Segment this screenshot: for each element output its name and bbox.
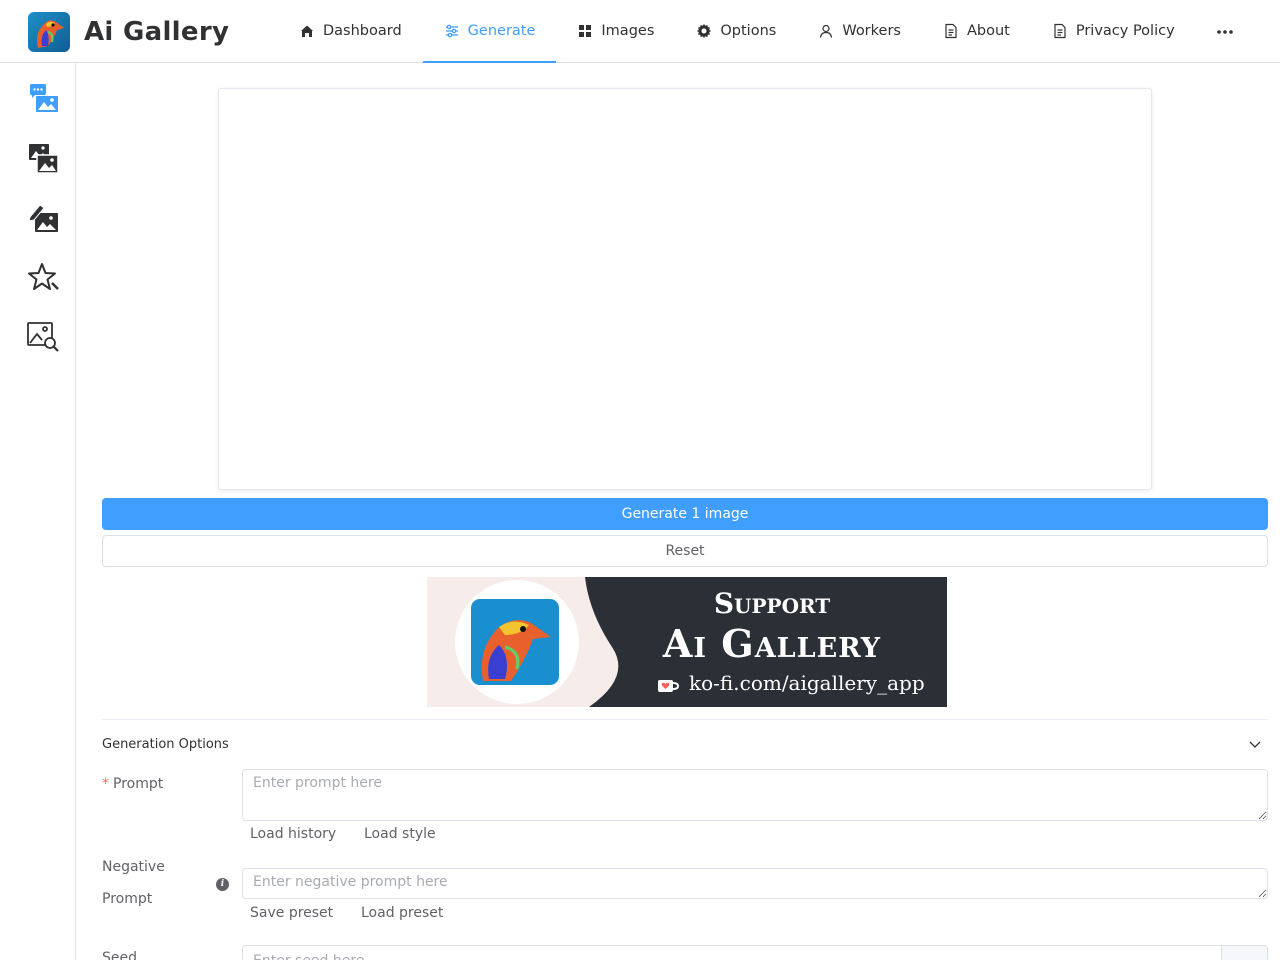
prompt-input[interactable]: [242, 769, 1268, 821]
home-icon: [299, 23, 315, 39]
nav-generate-label: Generate: [467, 23, 536, 39]
generation-options-header[interactable]: Generation Options: [102, 720, 1268, 768]
seed-randomize-button[interactable]: [1221, 945, 1268, 960]
text-to-image-icon: [26, 84, 60, 119]
sidebar-image-to-image[interactable]: [26, 141, 60, 175]
nav-dashboard[interactable]: Dashboard: [278, 0, 423, 62]
chevron-down-icon: [1248, 737, 1262, 751]
seed-label: Seed: [102, 950, 137, 960]
prompt-label: * Prompt: [102, 776, 163, 792]
required-asterisk: *: [102, 776, 109, 792]
nav-about-label: About: [966, 23, 1010, 39]
banner-url-row: ko-fi.com/aigallery_app: [657, 671, 925, 695]
generate-button[interactable]: Generate 1 image: [102, 498, 1268, 530]
image-preview-area: [218, 88, 1152, 490]
seed-input[interactable]: [242, 945, 1222, 960]
nav-options-label: Options: [720, 23, 777, 39]
nav-privacy-label: Privacy Policy: [1075, 23, 1175, 39]
banner-url: ko-fi.com/aigallery_app: [689, 671, 925, 695]
sliders-icon: [444, 23, 460, 39]
top-header: Ai Gallery Dashboard Generate Images Opt…: [0, 0, 1280, 63]
document-icon: [1052, 23, 1068, 39]
save-preset-button[interactable]: Save preset: [250, 905, 333, 921]
nav-more-button[interactable]: [1196, 0, 1254, 62]
nav-dashboard-label: Dashboard: [323, 23, 402, 39]
document-icon: [943, 23, 959, 39]
negative-prompt-input[interactable]: [242, 868, 1268, 899]
main-nav: Dashboard Generate Images Options Worker…: [278, 0, 1254, 63]
sidebar-image-search[interactable]: [26, 319, 60, 353]
banner-support-text: Support: [713, 587, 831, 620]
kofi-cup-icon: [657, 675, 680, 692]
bird-logo-icon: [28, 12, 70, 52]
user-icon: [818, 23, 834, 39]
image-to-image-icon: [26, 144, 60, 179]
favorite-star-icon: [26, 263, 60, 299]
info-icon[interactable]: i: [216, 878, 229, 891]
banner-app-name: Ai Gallery: [662, 621, 882, 666]
nav-privacy-policy[interactable]: Privacy Policy: [1031, 0, 1196, 62]
nav-about[interactable]: About: [922, 0, 1031, 62]
nav-workers-label: Workers: [842, 23, 901, 39]
prompt-label-text: Prompt: [113, 776, 164, 792]
generation-options-title: Generation Options: [102, 736, 229, 752]
load-style-button[interactable]: Load style: [364, 826, 436, 842]
more-dots-icon: [1216, 23, 1234, 39]
brand[interactable]: Ai Gallery: [28, 12, 229, 52]
gear-icon: [696, 23, 712, 39]
support-banner[interactable]: Support Ai Gallery ko-fi.com/aigallery_a…: [427, 577, 947, 707]
sidebar-favorites[interactable]: [26, 261, 60, 295]
nav-workers[interactable]: Workers: [797, 0, 922, 62]
grid-icon: [577, 23, 593, 39]
nav-options[interactable]: Options: [675, 0, 797, 62]
image-search-icon: [26, 322, 60, 357]
negative-prompt-label-line1: Negative: [102, 859, 165, 875]
app-title: Ai Gallery: [84, 17, 230, 47]
banner-text-block: Support Ai Gallery ko-fi.com/aigallery_a…: [597, 577, 947, 707]
load-history-button[interactable]: Load history: [250, 826, 336, 842]
reset-button[interactable]: Reset: [102, 535, 1268, 567]
nav-images-label: Images: [601, 23, 655, 39]
nav-images[interactable]: Images: [556, 0, 675, 62]
left-sidebar: [0, 63, 76, 960]
nav-generate[interactable]: Generate: [422, 0, 557, 63]
sidebar-text-to-image[interactable]: [26, 81, 60, 115]
inpainting-icon: [26, 204, 60, 239]
load-preset-button[interactable]: Load preset: [361, 905, 443, 921]
negative-prompt-label-line2: Prompt: [102, 891, 153, 907]
sidebar-inpainting[interactable]: [26, 201, 60, 235]
